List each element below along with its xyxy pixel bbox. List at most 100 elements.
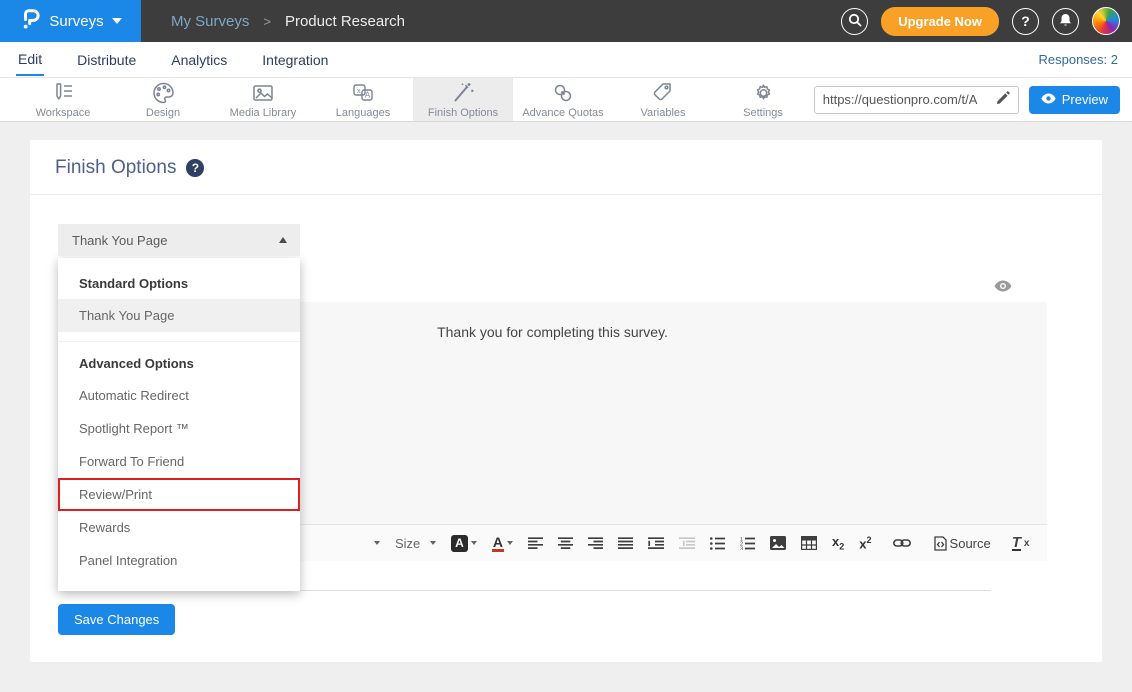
size-label: Size — [395, 536, 420, 551]
insert-table-button[interactable] — [801, 536, 817, 550]
dropdown-item-panel-integration[interactable]: Panel Integration — [58, 544, 300, 577]
user-avatar[interactable] — [1092, 7, 1120, 35]
finish-options-wand-icon — [450, 81, 476, 105]
tab-distribute[interactable]: Distribute — [75, 44, 138, 75]
dropdown-item-thank-you-page[interactable]: Thank You Page — [58, 299, 300, 332]
ribbon-label: Languages — [336, 107, 390, 119]
align-center-button[interactable] — [558, 537, 573, 550]
svg-text:3: 3 — [740, 546, 743, 550]
dropdown-divider — [58, 332, 300, 342]
help-button[interactable]: ? — [1012, 8, 1039, 35]
align-right-button[interactable] — [588, 537, 603, 550]
languages-icon: x A — [350, 81, 376, 105]
upgrade-now-button[interactable]: Upgrade Now — [881, 7, 999, 36]
ribbon-item-workspace[interactable]: Workspace — [13, 78, 113, 121]
responses-count[interactable]: Responses: 2 — [1039, 52, 1119, 67]
top-bar: Surveys My Surveys > Product Research Up… — [0, 0, 1132, 42]
ribbon-item-settings[interactable]: Settings — [713, 78, 813, 121]
tab-edit[interactable]: Edit — [16, 43, 44, 76]
text-color-button[interactable]: A — [492, 535, 513, 552]
advance-quotas-chain-icon — [550, 81, 576, 105]
editor-visibility-eye-icon[interactable] — [994, 279, 1012, 297]
dropdown-group-header: Standard Options — [58, 270, 300, 299]
product-menu-label: Surveys — [49, 13, 103, 30]
preview-button[interactable]: Preview — [1029, 86, 1120, 114]
ribbon-item-variables[interactable]: Variables — [613, 78, 713, 121]
indent-decrease-button[interactable] — [679, 537, 695, 550]
ribbon-label: Finish Options — [428, 107, 498, 119]
media-library-icon — [250, 81, 276, 105]
svg-text:x: x — [357, 88, 361, 95]
finish-option-select[interactable]: Thank You Page — [58, 224, 300, 256]
tab-analytics[interactable]: Analytics — [169, 44, 229, 75]
search-icon — [848, 13, 862, 30]
ribbon-item-design[interactable]: Design — [113, 78, 213, 121]
insert-image-button[interactable] — [770, 536, 786, 550]
questionpro-logo-icon — [19, 7, 41, 36]
indent-increase-button[interactable] — [648, 537, 664, 550]
align-left-button[interactable] — [528, 537, 543, 550]
justify-button[interactable] — [618, 537, 633, 550]
numbered-list-button[interactable]: 123 — [740, 537, 755, 550]
font-caret-icon[interactable] — [374, 541, 380, 545]
size-dropdown[interactable]: Size — [395, 536, 436, 551]
page-background: Finish Options ? Thank you for completin… — [0, 122, 1132, 692]
variables-tag-icon — [650, 81, 676, 105]
breadcrumb: My Surveys > Product Research — [171, 13, 405, 30]
background-color-icon: A — [451, 535, 468, 552]
preview-label: Preview — [1062, 92, 1108, 107]
save-changes-button[interactable]: Save Changes — [58, 604, 175, 635]
superscript-button[interactable]: x2 — [859, 535, 871, 551]
surveys-product-menu[interactable]: Surveys — [0, 0, 141, 42]
bulleted-list-button[interactable] — [710, 537, 725, 550]
ribbon-item-languages[interactable]: x A Languages — [313, 78, 413, 121]
source-label: Source — [950, 536, 991, 551]
edit-url-pencil-icon[interactable] — [988, 91, 1018, 108]
edit-ribbon: Workspace Design Media Library x A Langu… — [0, 78, 1132, 122]
settings-gear-icon — [751, 81, 776, 105]
svg-text:A: A — [365, 90, 371, 99]
ribbon-label: Media Library — [230, 107, 297, 119]
dropdown-item-review-print[interactable]: Review/Print — [58, 478, 300, 511]
breadcrumb-parent[interactable]: My Surveys — [171, 13, 249, 30]
question-mark-icon: ? — [1021, 13, 1030, 29]
bell-icon — [1059, 13, 1072, 30]
ribbon-item-advance-quotas[interactable]: Advance Quotas — [513, 78, 613, 121]
insert-link-button[interactable] — [893, 538, 911, 548]
ribbon-label: Settings — [743, 107, 783, 119]
finish-options-card: Finish Options ? Thank you for completin… — [30, 140, 1102, 662]
chevron-down-icon — [112, 18, 122, 24]
search-button[interactable] — [841, 8, 868, 35]
finish-option-dropdown: Standard Options Thank You Page Advanced… — [58, 258, 300, 591]
selected-option-value: Thank You Page — [72, 233, 167, 248]
chevron-up-icon — [279, 237, 287, 243]
dropdown-item-forward-to-friend[interactable]: Forward To Friend — [58, 445, 300, 478]
ribbon-label: Design — [146, 107, 180, 119]
ribbon-label: Workspace — [36, 107, 91, 119]
survey-nav-tabs: Edit Distribute Analytics Integration Re… — [0, 42, 1132, 78]
survey-url-input[interactable] — [815, 92, 988, 107]
dropdown-group-header: Advanced Options — [58, 350, 300, 379]
ribbon-label: Advance Quotas — [522, 107, 603, 119]
ribbon-item-media-library[interactable]: Media Library — [213, 78, 313, 121]
dropdown-item-automatic-redirect[interactable]: Automatic Redirect — [58, 379, 300, 412]
ribbon-item-finish-options[interactable]: Finish Options — [413, 78, 513, 121]
survey-url-box — [814, 86, 1019, 114]
tab-integration[interactable]: Integration — [260, 44, 330, 75]
ribbon-label: Variables — [640, 107, 685, 119]
breadcrumb-separator: > — [263, 14, 271, 29]
eye-icon — [1041, 92, 1056, 107]
remove-format-button[interactable]: Tx — [1012, 536, 1030, 551]
workspace-icon — [50, 81, 76, 105]
design-palette-icon — [151, 81, 176, 105]
notifications-button[interactable] — [1052, 8, 1079, 35]
text-color-icon: A — [492, 535, 504, 552]
subscript-button[interactable]: x2 — [832, 534, 844, 552]
view-source-button[interactable]: Source — [934, 536, 991, 551]
dropdown-item-rewards[interactable]: Rewards — [58, 511, 300, 544]
breadcrumb-current: Product Research — [285, 13, 405, 30]
title-help-icon[interactable]: ? — [186, 159, 204, 177]
background-color-button[interactable]: A — [451, 535, 477, 552]
page-title: Finish Options — [55, 157, 176, 179]
dropdown-item-spotlight-report[interactable]: Spotlight Report ™ — [58, 412, 300, 445]
